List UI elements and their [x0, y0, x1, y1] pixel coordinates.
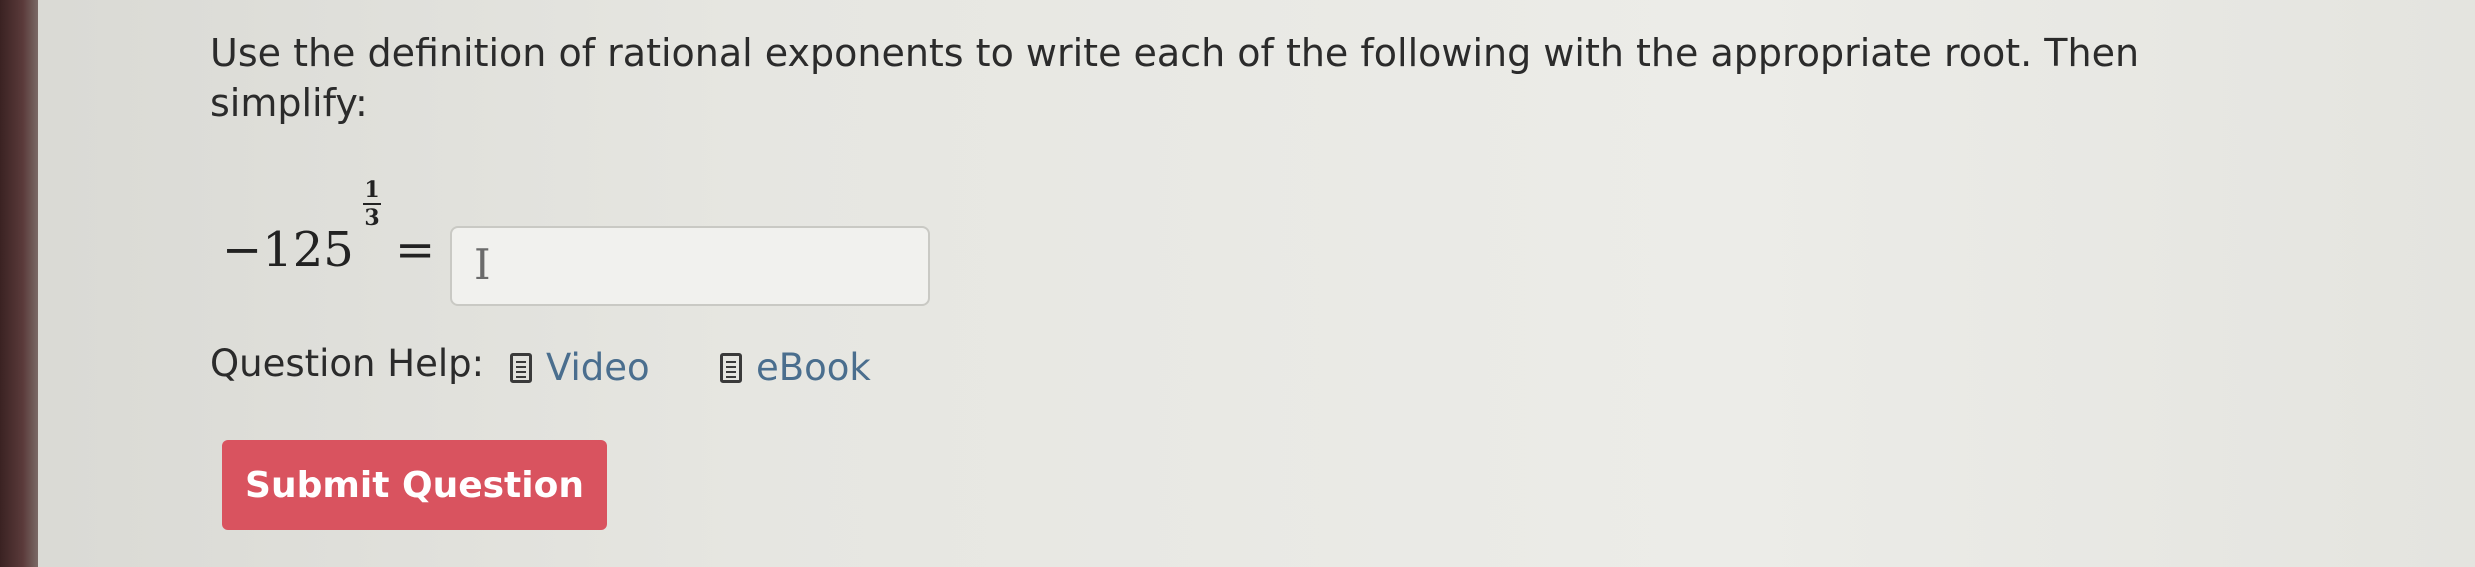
question-prompt: Use the definition of rational exponents… — [210, 31, 2140, 125]
equals-sign: = — [395, 222, 436, 278]
video-link-label: Video — [546, 346, 650, 389]
screen-bezel — [0, 0, 38, 567]
document-icon — [510, 352, 532, 383]
submit-question-button[interactable]: Submit Question — [222, 440, 607, 530]
answer-input[interactable]: I — [450, 226, 930, 306]
expression-base: −125 — [222, 222, 354, 278]
video-link[interactable]: Video — [510, 346, 650, 389]
expression-row: −125 1 3 = I — [210, 178, 1010, 308]
text-cursor-icon: I — [474, 240, 491, 289]
question-panel: Use the definition of rational exponents… — [210, 0, 2410, 567]
question-help: Question Help: Video eBook — [210, 342, 1110, 402]
ebook-link-label: eBook — [756, 346, 871, 389]
ebook-link[interactable]: eBook — [720, 346, 871, 389]
document-icon — [720, 352, 742, 383]
exponent-denominator: 3 — [364, 205, 380, 231]
exponent-numerator: 1 — [364, 177, 380, 203]
question-help-label: Question Help: — [210, 342, 485, 385]
expression-exponent: 1 3 — [352, 178, 392, 230]
